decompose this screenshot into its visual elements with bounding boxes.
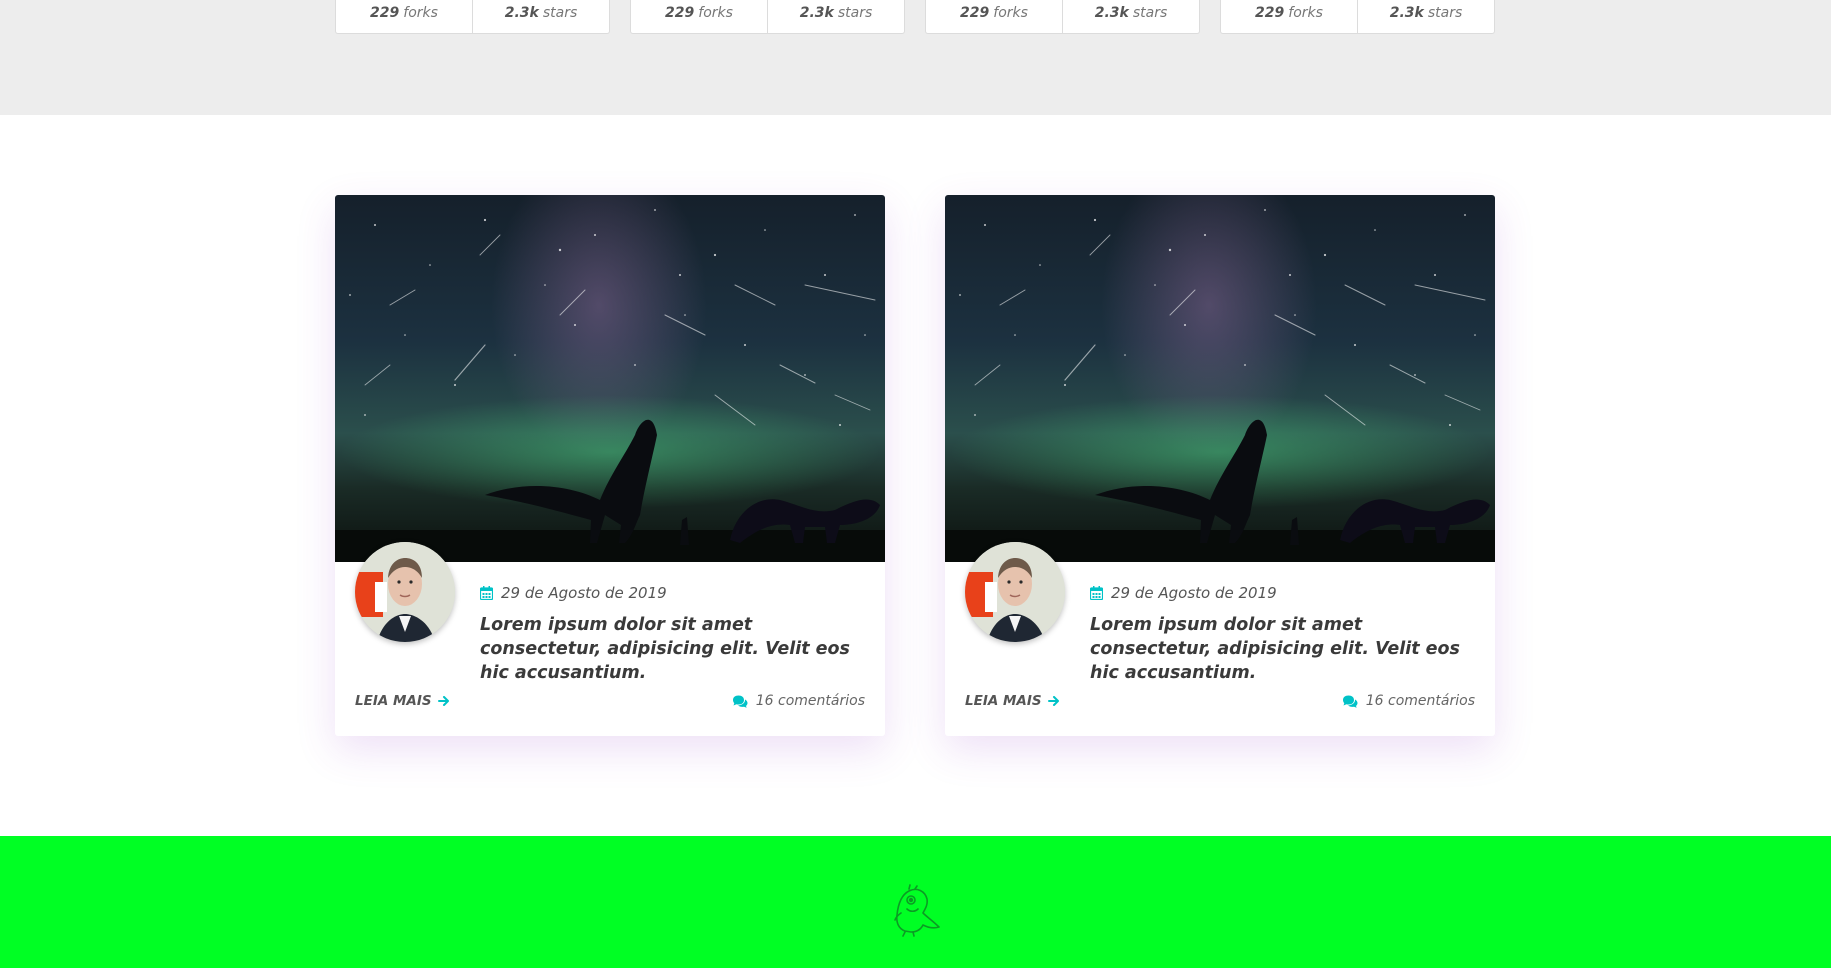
comments-text: 16 comentários (755, 693, 865, 709)
stars-label: stars (1427, 4, 1463, 21)
post-date: 29 de Agosto de 2019 (480, 584, 667, 602)
person-portrait-icon (355, 542, 455, 642)
forks-value: 229 (665, 4, 695, 21)
stats-section: 229 forks 2.3k stars 229 forks 2.3k stars 22… (0, 0, 1831, 115)
read-more-link[interactable]: LEIA MAIS (355, 693, 450, 709)
post-date-text: 29 de Agosto de 2019 (1111, 584, 1277, 602)
comments-count[interactable]: 16 comentários (1342, 693, 1475, 709)
post-cover-image[interactable] (335, 195, 885, 562)
blog-post-card: 29 de Agosto de 2019 Lorem ipsum dolor s… (945, 195, 1495, 736)
forks-label: forks (403, 4, 438, 21)
author-avatar[interactable] (965, 542, 1065, 642)
post-title[interactable]: Lorem ipsum dolor sit amet consectetur, … (480, 613, 850, 685)
stars-label: stars (837, 4, 873, 21)
dinosaur-night-sky-image (945, 209, 1495, 562)
calendar-icon (1090, 586, 1103, 600)
forks-label: forks (1288, 4, 1323, 21)
read-more-label: LEIA MAIS (965, 693, 1042, 709)
stars-value: 2.3k (1094, 4, 1129, 21)
stat-card: 229 forks 2.3k stars (1220, 0, 1495, 34)
stars-count: 2.3k stars (472, 0, 609, 33)
forks-value: 229 (1255, 4, 1285, 21)
stat-card: 229 forks 2.3k stars (335, 0, 610, 34)
post-date: 29 de Agosto de 2019 (1090, 584, 1277, 602)
forks-count: 229 forks (336, 0, 472, 33)
post-cover-image[interactable] (945, 195, 1495, 562)
stars-value: 2.3k (504, 4, 539, 21)
post-title[interactable]: Lorem ipsum dolor sit amet consectetur, … (1090, 613, 1460, 685)
author-avatar[interactable] (355, 542, 455, 642)
comments-count[interactable]: 16 comentários (732, 693, 865, 709)
forks-count: 229 forks (926, 0, 1062, 33)
read-more-label: LEIA MAIS (355, 693, 432, 709)
comments-text: 16 comentários (1365, 693, 1475, 709)
forks-label: forks (993, 4, 1028, 21)
dinosaur-night-sky-image (335, 209, 885, 562)
arrow-right-icon (1047, 696, 1059, 706)
footer (0, 836, 1831, 968)
forks-count: 229 forks (631, 0, 767, 33)
stars-count: 2.3k stars (1062, 0, 1199, 33)
stars-value: 2.3k (799, 4, 834, 21)
stat-card: 229 forks 2.3k stars (925, 0, 1200, 34)
forks-label: forks (698, 4, 733, 21)
comments-icon (732, 695, 748, 708)
forks-value: 229 (370, 4, 400, 21)
blog-post-card: 29 de Agosto de 2019 Lorem ipsum dolor s… (335, 195, 885, 736)
post-date-text: 29 de Agosto de 2019 (501, 584, 667, 602)
dinosaur-mascot-icon[interactable] (887, 883, 943, 937)
calendar-icon (480, 586, 493, 600)
stars-count: 2.3k stars (1357, 0, 1494, 33)
stat-card: 229 forks 2.3k stars (630, 0, 905, 34)
comments-icon (1342, 695, 1358, 708)
stars-label: stars (542, 4, 578, 21)
stars-count: 2.3k stars (767, 0, 904, 33)
arrow-right-icon (437, 696, 449, 706)
read-more-link[interactable]: LEIA MAIS (965, 693, 1060, 709)
stars-value: 2.3k (1389, 4, 1424, 21)
forks-count: 229 forks (1221, 0, 1357, 33)
forks-value: 229 (960, 4, 990, 21)
stars-label: stars (1132, 4, 1168, 21)
person-portrait-icon (965, 542, 1065, 642)
